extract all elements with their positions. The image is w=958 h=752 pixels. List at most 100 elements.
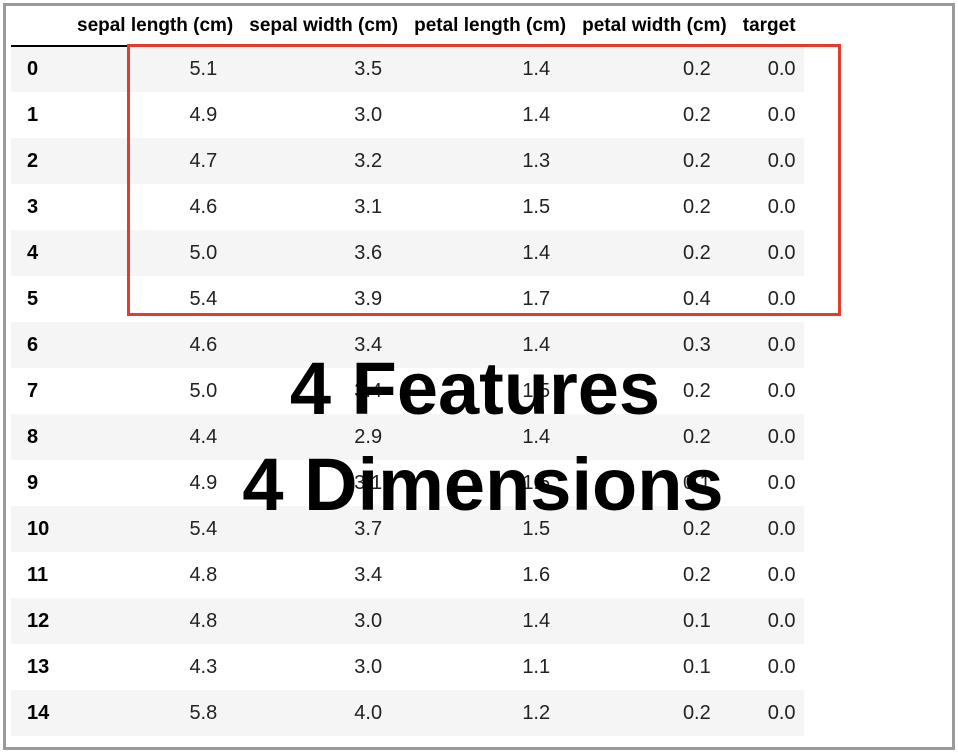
cell: 0.0 (767, 103, 796, 126)
table-body: 0 5.1 3.5 1.4 0.2 0.0 1 4.9 3.0 1.4 0.2 … (11, 46, 804, 736)
table-row: 10 5.4 3.7 1.5 0.2 0.0 (11, 506, 804, 552)
cell: 0.1 (682, 471, 711, 494)
cell: 4.8 (189, 609, 218, 632)
row-index: 5 (27, 287, 39, 310)
column-header: sepal width (cm) (241, 7, 407, 47)
cell: 0.0 (767, 379, 796, 402)
row-index: 14 (27, 701, 50, 724)
cell: 4.9 (189, 471, 218, 494)
table-row: 14 5.8 4.0 1.2 0.2 0.0 (11, 690, 804, 736)
cell: 5.0 (189, 379, 218, 402)
cell: 1.2 (522, 701, 551, 724)
cell: 1.1 (522, 655, 551, 678)
row-index: 13 (27, 655, 50, 678)
cell: 4.6 (189, 333, 218, 356)
cell: 3.1 (354, 471, 383, 494)
cell: 0.0 (767, 471, 796, 494)
row-index: 8 (27, 425, 39, 448)
cell: 4.3 (189, 655, 218, 678)
cell: 1.7 (522, 287, 551, 310)
cell: 0.3 (682, 333, 711, 356)
cell: 0.2 (682, 563, 711, 586)
cell: 0.0 (767, 58, 796, 80)
table-row: 12 4.8 3.0 1.4 0.1 0.0 (11, 598, 804, 644)
cell: 1.4 (522, 609, 551, 632)
cell: 0.1 (682, 609, 711, 632)
cell: 0.0 (767, 241, 796, 264)
cell: 1.4 (522, 425, 551, 448)
cell: 1.5 (522, 379, 551, 402)
row-index: 0 (27, 58, 39, 80)
cell: 0.0 (767, 149, 796, 172)
cell: 4.7 (189, 149, 218, 172)
row-index: 12 (27, 609, 50, 632)
column-header: target (734, 7, 804, 47)
cell: 0.0 (767, 701, 796, 724)
cell: 0.2 (682, 517, 711, 540)
cell: 1.5 (522, 471, 551, 494)
cell: 0.2 (682, 241, 711, 264)
cell: 3.0 (354, 609, 383, 632)
table-row: 11 4.8 3.4 1.6 0.2 0.0 (11, 552, 804, 598)
row-index: 2 (27, 149, 39, 172)
cell: 0.0 (767, 517, 796, 540)
cell: 2.9 (354, 425, 383, 448)
cell: 5.8 (189, 701, 218, 724)
row-index: 6 (27, 333, 39, 356)
table-row: 9 4.9 3.1 1.5 0.1 0.0 (11, 460, 804, 506)
cell: 4.6 (189, 195, 218, 218)
row-index: 4 (27, 241, 39, 264)
row-index: 9 (27, 471, 39, 494)
cell: 3.0 (354, 103, 383, 126)
table-row: 1 4.9 3.0 1.4 0.2 0.0 (11, 92, 804, 138)
cell: 1.4 (522, 58, 551, 80)
row-index: 11 (27, 563, 49, 586)
cell: 5.4 (189, 517, 218, 540)
table-row: 7 5.0 3.4 1.5 0.2 0.0 (11, 368, 804, 414)
cell: 3.4 (354, 563, 383, 586)
table-row: 5 5.4 3.9 1.7 0.4 0.0 (11, 276, 804, 322)
header-row: sepal length (cm) sepal width (cm) petal… (11, 7, 804, 47)
cell: 3.4 (354, 379, 383, 402)
cell: 0.4 (682, 287, 711, 310)
cell: 0.2 (682, 149, 711, 172)
cell: 0.2 (682, 379, 711, 402)
cell: 0.0 (767, 655, 796, 678)
cell: 5.0 (189, 241, 218, 264)
cell: 1.4 (522, 241, 551, 264)
cell: 0.2 (682, 425, 711, 448)
row-index: 7 (27, 379, 39, 402)
column-header: sepal length (cm) (69, 7, 242, 47)
cell: 3.4 (354, 333, 383, 356)
cell: 3.7 (354, 517, 383, 540)
cell: 3.1 (354, 195, 383, 218)
table-row: 13 4.3 3.0 1.1 0.1 0.0 (11, 644, 804, 690)
cell: 0.0 (767, 609, 796, 632)
table-row: 3 4.6 3.1 1.5 0.2 0.0 (11, 184, 804, 230)
cell: 3.9 (354, 287, 383, 310)
column-header: petal length (cm) (406, 7, 575, 47)
dataframe-table: sepal length (cm) sepal width (cm) petal… (11, 7, 804, 736)
cell: 1.3 (522, 149, 551, 172)
cell: 1.5 (522, 195, 551, 218)
cell: 4.4 (189, 425, 218, 448)
table-row: 0 5.1 3.5 1.4 0.2 0.0 (11, 46, 804, 92)
table-row: 4 5.0 3.6 1.4 0.2 0.0 (11, 230, 804, 276)
cell: 0.2 (682, 195, 711, 218)
table-row: 2 4.7 3.2 1.3 0.2 0.0 (11, 138, 804, 184)
row-index: 10 (27, 517, 50, 540)
cell: 0.2 (682, 58, 711, 80)
column-header: petal width (cm) (574, 7, 735, 47)
cell: 3.5 (354, 58, 383, 80)
cell: 1.4 (522, 333, 551, 356)
cell: 5.4 (189, 287, 218, 310)
cell: 3.6 (354, 241, 383, 264)
cell: 3.2 (354, 149, 383, 172)
cell: 1.6 (522, 563, 551, 586)
cell: 0.1 (682, 655, 711, 678)
cell: 3.0 (354, 655, 383, 678)
cell: 0.2 (682, 103, 711, 126)
row-index: 1 (27, 103, 39, 126)
table-row: 8 4.4 2.9 1.4 0.2 0.0 (11, 414, 804, 460)
cell: 4.9 (189, 103, 218, 126)
